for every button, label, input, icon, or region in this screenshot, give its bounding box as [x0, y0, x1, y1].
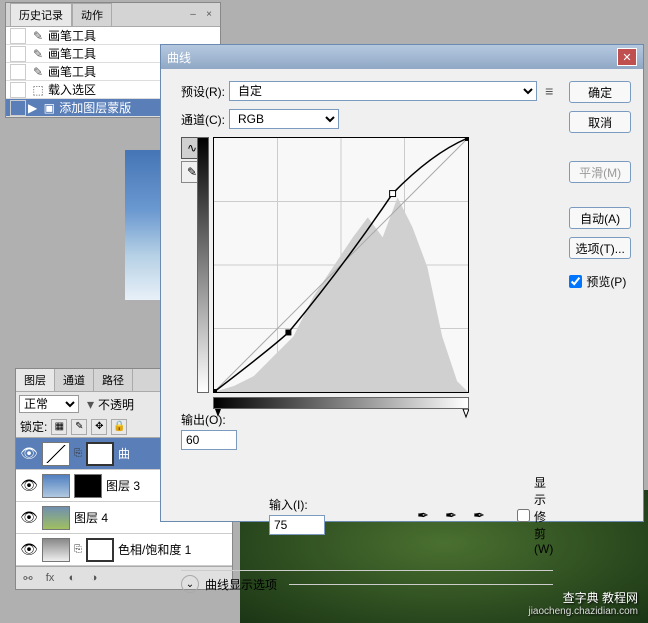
white-point-slider[interactable]: [463, 409, 469, 417]
lock-pixels-icon[interactable]: ✎: [71, 419, 87, 435]
history-label: 画笔工具: [48, 63, 96, 80]
eye-icon[interactable]: 👁: [20, 509, 38, 527]
eye-icon[interactable]: 👁: [20, 541, 38, 559]
preview-checkbox[interactable]: 预览(P): [569, 273, 631, 290]
layer-thumb[interactable]: [42, 442, 70, 466]
black-point-slider[interactable]: [215, 409, 221, 417]
selection-icon: ⬚: [28, 83, 48, 97]
output-input[interactable]: [181, 430, 237, 450]
show-clip-checkbox[interactable]: 显示修剪 (W): [517, 474, 553, 556]
fx-icon[interactable]: fx: [41, 570, 59, 586]
minimize-icon[interactable]: –: [186, 9, 200, 21]
tab-channels[interactable]: 通道: [55, 369, 94, 391]
expand-icon[interactable]: ⌄: [181, 575, 199, 593]
black-eyedropper-icon[interactable]: ✒: [413, 505, 433, 525]
link-icon: ⎘: [74, 544, 82, 555]
chevron-down-icon[interactable]: ▾: [87, 396, 94, 413]
preset-label: 预设(R):: [173, 83, 225, 100]
lock-all-icon[interactable]: 🔒: [111, 419, 127, 435]
preset-select[interactable]: 自定: [229, 81, 537, 101]
history-label: 画笔工具: [48, 45, 96, 62]
layer-name: 图层 3: [106, 477, 140, 494]
input-input[interactable]: [269, 515, 325, 535]
mask-icon: ▣: [39, 101, 59, 115]
link-icon: ⎘: [74, 448, 82, 459]
dialog-title: 曲线: [167, 49, 191, 66]
layer-thumb[interactable]: [42, 506, 70, 530]
tab-history[interactable]: 历史记录: [10, 3, 72, 26]
ok-button[interactable]: 确定: [569, 81, 631, 103]
tab-layers[interactable]: 图层: [16, 369, 55, 391]
mask-thumb[interactable]: [86, 538, 114, 562]
cancel-button[interactable]: 取消: [569, 111, 631, 133]
brush-icon: ✎: [28, 65, 48, 79]
watermark: 查字典 教程网 jiaocheng.chazidian.com: [528, 589, 638, 617]
mask-thumb[interactable]: [86, 442, 114, 466]
dialog-titlebar[interactable]: 曲线 ✕: [161, 45, 643, 69]
layer-name: 图层 4: [74, 509, 108, 526]
tab-paths[interactable]: 路径: [94, 369, 133, 391]
input-gradient: [213, 397, 469, 409]
preset-menu-icon[interactable]: ≡: [545, 83, 553, 99]
eye-icon[interactable]: 👁: [20, 477, 38, 495]
eye-icon[interactable]: 👁: [20, 445, 38, 463]
options-button[interactable]: 选项(T)...: [569, 237, 631, 259]
opacity-label: 不透明: [98, 396, 134, 413]
close-icon[interactable]: ×: [202, 9, 216, 21]
input-label: 输入(I):: [269, 496, 325, 513]
curves-dialog: 曲线 ✕ 预设(R): 自定 ≡ 通道(C): RGB ∿ ✎: [160, 44, 644, 522]
link-layers-icon[interactable]: ⚯: [19, 570, 37, 586]
history-item[interactable]: ✎ 画笔工具: [6, 27, 220, 45]
auto-button[interactable]: 自动(A): [569, 207, 631, 229]
gray-eyedropper-icon[interactable]: ✒: [441, 505, 461, 525]
adjustment-icon[interactable]: ◑: [85, 570, 103, 586]
brush-icon: ✎: [28, 29, 48, 43]
channel-label: 通道(C):: [173, 111, 225, 128]
expand-label: 曲线显示选项: [205, 576, 277, 593]
white-eyedropper-icon[interactable]: ✒: [469, 505, 489, 525]
smooth-button[interactable]: 平滑(M): [569, 161, 631, 183]
layer-name: 曲: [118, 445, 130, 462]
mask-add-icon[interactable]: ◐: [63, 570, 81, 586]
panel-header: 历史记录 动作 – ×: [6, 3, 220, 27]
curve-graph[interactable]: [213, 137, 469, 393]
output-gradient: [197, 137, 209, 393]
brush-icon: ✎: [28, 47, 48, 61]
history-label: 载入选区: [48, 81, 96, 98]
lock-transparent-icon[interactable]: ▦: [51, 419, 67, 435]
history-label: 添加图层蒙版: [59, 99, 131, 116]
mask-thumb[interactable]: [74, 474, 102, 498]
layer-thumb[interactable]: [42, 474, 70, 498]
channel-select[interactable]: RGB: [229, 109, 339, 129]
close-button[interactable]: ✕: [617, 48, 637, 66]
blend-mode-select[interactable]: 正常: [19, 395, 79, 413]
tab-actions[interactable]: 动作: [72, 3, 112, 26]
lock-label: 锁定:: [20, 418, 47, 435]
history-label: 画笔工具: [48, 27, 96, 44]
lock-position-icon[interactable]: ✥: [91, 419, 107, 435]
layer-thumb[interactable]: [42, 538, 70, 562]
